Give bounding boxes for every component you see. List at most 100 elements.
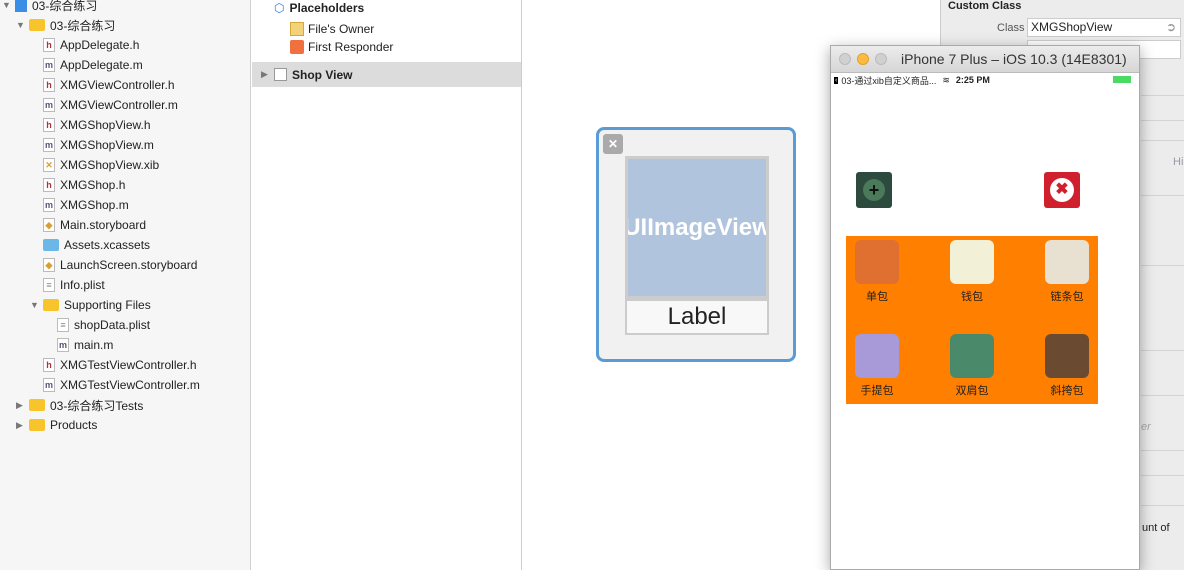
navigator-item[interactable]: h XMGViewController.h bbox=[30, 75, 175, 95]
navigator-item[interactable]: ≡ shopData.plist bbox=[44, 315, 150, 335]
wifi-icon: ≋ bbox=[942, 74, 950, 85]
close-icon[interactable]: ✕ bbox=[603, 134, 623, 154]
disclosure-icon[interactable]: ▼ bbox=[30, 300, 39, 310]
product-image bbox=[950, 240, 994, 284]
navigator-item-label: shopData.plist bbox=[74, 318, 151, 332]
disclosure-icon[interactable]: ▶ bbox=[261, 69, 269, 80]
arrow-circle-icon[interactable]: ➲ bbox=[1166, 19, 1176, 36]
product-item[interactable]: 手提包 bbox=[847, 330, 907, 398]
navigator-item[interactable]: ◆ Main.storyboard bbox=[30, 215, 146, 235]
product-item[interactable]: 单包 bbox=[847, 236, 907, 304]
product-name: 单包 bbox=[866, 291, 888, 303]
navigator-item[interactable]: h XMGShopView.h bbox=[30, 115, 151, 135]
cube-icon: ⬡ bbox=[274, 1, 285, 15]
h-file-icon: h bbox=[43, 358, 55, 372]
folder-icon bbox=[29, 399, 45, 411]
sb-file-icon: ◆ bbox=[43, 258, 55, 272]
assets-icon bbox=[43, 239, 59, 251]
cube-icon bbox=[290, 22, 304, 36]
delete-icon: ✖ bbox=[1050, 178, 1074, 202]
plus-icon: + bbox=[863, 179, 885, 201]
shop-view-frame[interactable]: ✕ UIImageView Label bbox=[596, 127, 796, 362]
product-image bbox=[855, 334, 899, 378]
sb-file-icon: ◆ bbox=[43, 218, 55, 232]
navigator-item[interactable]: m XMGTestViewController.m bbox=[30, 375, 200, 395]
navigator-item[interactable]: ▶ Products bbox=[16, 415, 97, 435]
product-image bbox=[1045, 240, 1089, 284]
navigator-item[interactable]: m main.m bbox=[44, 335, 113, 355]
navigator-item[interactable]: h XMGShop.h bbox=[30, 175, 125, 195]
navigator-item[interactable]: m XMGViewController.m bbox=[30, 95, 178, 115]
product-image bbox=[1045, 334, 1089, 378]
navigator-item-label: Supporting Files bbox=[64, 298, 151, 312]
back-icon[interactable]: ‹ bbox=[834, 76, 839, 84]
navigator-item-label: Info.plist bbox=[60, 278, 105, 292]
shop-view-item[interactable]: ▶ Shop View bbox=[252, 62, 521, 87]
disclosure-icon[interactable]: ▼ bbox=[2, 0, 11, 10]
folder-icon bbox=[29, 19, 45, 31]
m-file-icon: m bbox=[43, 198, 55, 212]
add-button[interactable]: + bbox=[856, 172, 892, 208]
navigator-item[interactable]: ▶ 03-综合练习Tests bbox=[16, 395, 143, 415]
close-window-button[interactable] bbox=[839, 53, 851, 65]
partial-text: unt of bbox=[1142, 522, 1170, 534]
first-responder-item[interactable]: First Responder bbox=[290, 40, 393, 54]
navigator-item-label: XMGShop.h bbox=[60, 178, 126, 192]
project-navigator: ▼ 03-综合练习 ▼ 03-综合练习 h AppDelegate.h m AppDelega… bbox=[0, 0, 251, 570]
xib-file-icon: ✕ bbox=[43, 158, 55, 172]
navigator-item-label: 03-综合练习Tests bbox=[50, 398, 144, 413]
product-item[interactable]: 钱包 bbox=[942, 236, 1002, 304]
disclosure-icon[interactable]: ▶ bbox=[16, 420, 24, 431]
navigator-item[interactable]: ✕ XMGShopView.xib bbox=[30, 155, 159, 175]
responder-icon bbox=[290, 40, 304, 54]
image-view[interactable]: UIImageView bbox=[625, 156, 769, 299]
remove-button[interactable]: ✖ bbox=[1044, 172, 1080, 208]
product-item[interactable]: 链条包 bbox=[1037, 236, 1097, 304]
shop-grid: 单包 钱包 链条包手提包 双肩包 斜挎包 bbox=[846, 236, 1098, 404]
files-owner-item[interactable]: File's Owner bbox=[290, 22, 374, 36]
product-name: 斜挎包 bbox=[1050, 385, 1084, 397]
navigator-item[interactable]: ▼ Supporting Files bbox=[30, 295, 151, 315]
zoom-window-button[interactable] bbox=[875, 53, 887, 65]
m-file-icon: m bbox=[57, 338, 69, 352]
product-name: 链条包 bbox=[1050, 291, 1084, 303]
navigator-item-label: XMGShopView.h bbox=[60, 118, 151, 132]
navigator-item[interactable]: h AppDelegate.h bbox=[30, 35, 139, 55]
navigator-item[interactable]: Assets.xcassets bbox=[30, 235, 150, 255]
back-to-app-link[interactable]: 03-通过xib自定义商品... bbox=[841, 74, 936, 87]
product-item[interactable]: 双肩包 bbox=[942, 330, 1002, 398]
navigator-item[interactable]: ◆ LaunchScreen.storyboard bbox=[30, 255, 197, 275]
navigator-item-label: 03-综合练习 bbox=[32, 0, 98, 13]
navigator-item[interactable]: ▼ 03-综合练习 bbox=[16, 15, 115, 35]
placeholder-text: er bbox=[1141, 421, 1151, 433]
navigator-item[interactable]: m AppDelegate.m bbox=[30, 55, 143, 75]
navigator-item[interactable]: ≡ Info.plist bbox=[30, 275, 105, 295]
h-file-icon: h bbox=[43, 78, 55, 92]
h-file-icon: h bbox=[43, 178, 55, 192]
navigator-item-label: XMGViewController.h bbox=[60, 78, 175, 92]
navigator-item[interactable]: h XMGTestViewController.h bbox=[30, 355, 197, 375]
hint-text: Hi bbox=[1173, 156, 1184, 168]
folder-icon bbox=[43, 299, 59, 311]
navigator-item-label: 03-综合练习 bbox=[50, 18, 116, 33]
disclosure-icon[interactable]: ▼ bbox=[16, 20, 25, 30]
label-view[interactable]: Label bbox=[625, 299, 769, 335]
navigator-item-label: XMGShopView.xib bbox=[60, 158, 160, 172]
battery-icon bbox=[1113, 76, 1131, 83]
status-time: 2:25 PM bbox=[955, 75, 990, 85]
product-item[interactable]: 斜挎包 bbox=[1037, 330, 1097, 398]
m-file-icon: m bbox=[43, 58, 55, 72]
minimize-window-button[interactable] bbox=[857, 53, 869, 65]
navigator-item[interactable]: m XMGShop.m bbox=[30, 195, 129, 215]
h-file-icon: h bbox=[43, 38, 55, 52]
navigator-item-label: main.m bbox=[74, 338, 114, 352]
navigator-item[interactable]: m XMGShopView.m bbox=[30, 135, 154, 155]
class-field[interactable]: XMGShopView ➲ bbox=[1027, 18, 1181, 37]
document-outline: ⬡ Placeholders File's Owner First Respon… bbox=[252, 0, 522, 570]
m-file-icon: m bbox=[43, 378, 55, 392]
disclosure-icon[interactable]: ▶ bbox=[16, 400, 24, 411]
navigator-item-label: AppDelegate.m bbox=[60, 58, 143, 72]
navigator-item-label: Assets.xcassets bbox=[64, 238, 151, 252]
simulator-title-bar[interactable]: iPhone 7 Plus – iOS 10.3 (14E8301) bbox=[831, 46, 1139, 73]
navigator-item[interactable]: ▼ 03-综合练习 bbox=[2, 0, 97, 15]
